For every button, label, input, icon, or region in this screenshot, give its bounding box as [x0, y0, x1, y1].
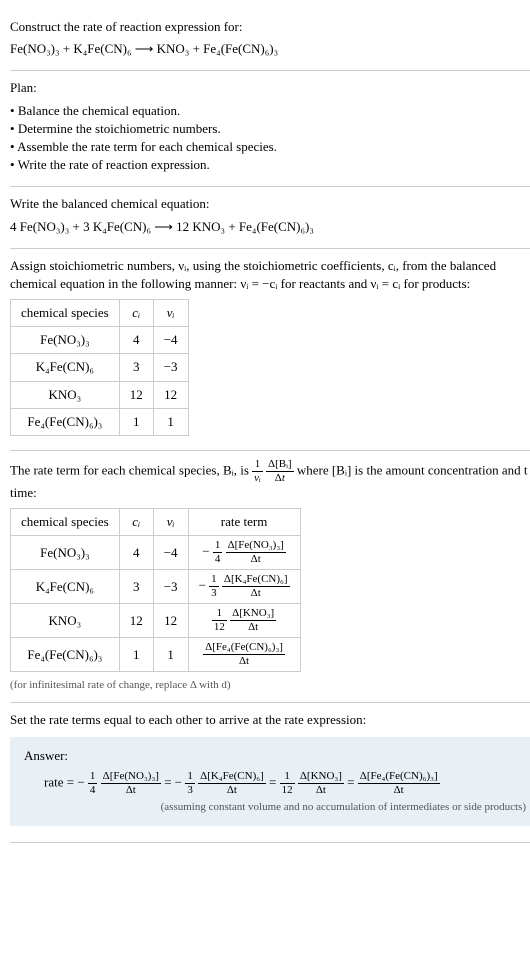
plan-item: Balance the chemical equation. [10, 102, 530, 120]
plan-item: Determine the stoichiometric numbers. [10, 120, 530, 138]
cell-rate: − 13 Δ[K₄Fe(CN)₆]Δt [188, 570, 300, 604]
plan-list: Balance the chemical equation. Determine… [10, 102, 530, 175]
rate-expression: rate = − 14 Δ[Fe(NO₃)₃]Δt = − 13 Δ[K₄Fe(… [24, 771, 526, 796]
rateterm-table: chemical species cᵢ νᵢ rate term Fe(NO₃)… [10, 508, 301, 672]
prompt-equation: Fe(NO₃)₃ + K₄Fe(CN)₆ ⟶ KNO₃ + Fe₄(Fe(CN)… [10, 40, 530, 58]
balanced-equation: 4 Fe(NO₃)₃ + 3 K₄Fe(CN)₆ ⟶ 12 KNO₃ + Fe₄… [10, 218, 530, 236]
balanced-section: Write the balanced chemical equation: 4 … [10, 187, 530, 248]
answer-box: Answer: rate = − 14 Δ[Fe(NO₃)₃]Δt = − 13… [10, 737, 530, 826]
table-row: Fe₄(Fe(CN)₆)₃ 1 1 [11, 408, 189, 435]
rateterm-text: The rate term for each chemical species,… [10, 459, 530, 502]
rateterm-note: (for infinitesimal rate of change, repla… [10, 678, 530, 693]
answer-note: (assuming constant volume and no accumul… [24, 800, 526, 815]
cell-species: Fe(NO₃)₃ [11, 327, 120, 354]
col-header: chemical species [11, 300, 120, 327]
cell-v: −3 [153, 570, 188, 604]
col-header: νᵢ [153, 300, 188, 327]
rateterm-section: The rate term for each chemical species,… [10, 451, 530, 703]
final-section: Set the rate terms equal to each other t… [10, 703, 530, 843]
cell-c: 1 [119, 408, 153, 435]
cell-c: 4 [119, 536, 153, 570]
cell-c: 3 [119, 570, 153, 604]
fraction: 1νᵢ [252, 459, 263, 484]
cell-rate: − 14 Δ[Fe(NO₃)₃]Δt [188, 536, 300, 570]
cell-c: 12 [119, 381, 153, 408]
col-header: cᵢ [119, 509, 153, 536]
table-row: K₄Fe(CN)₆ 3 −3 [11, 354, 189, 381]
plan-item: Assemble the rate term for each chemical… [10, 138, 530, 156]
balanced-title: Write the balanced chemical equation: [10, 195, 530, 213]
cell-species: Fe₄(Fe(CN)₆)₃ [11, 638, 120, 672]
cell-rate: Δ[Fe₄(Fe(CN)₆)₃]Δt [188, 638, 300, 672]
cell-species: KNO₃ [11, 604, 120, 638]
col-header: νᵢ [153, 509, 188, 536]
cell-v: −4 [153, 327, 188, 354]
answer-label: Answer: [24, 747, 526, 765]
cell-c: 12 [119, 604, 153, 638]
cell-v: 12 [153, 604, 188, 638]
cell-c: 1 [119, 638, 153, 672]
cell-v: 12 [153, 381, 188, 408]
cell-species: K₄Fe(CN)₆ [11, 354, 120, 381]
cell-species: KNO₃ [11, 381, 120, 408]
cell-v: −3 [153, 354, 188, 381]
table-header-row: chemical species cᵢ νᵢ rate term [11, 509, 301, 536]
stoich-text: Assign stoichiometric numbers, νᵢ, using… [10, 257, 530, 293]
col-header: rate term [188, 509, 300, 536]
plan-title: Plan: [10, 79, 530, 97]
cell-v: 1 [153, 408, 188, 435]
table-header-row: chemical species cᵢ νᵢ [11, 300, 189, 327]
final-text: Set the rate terms equal to each other t… [10, 711, 530, 729]
cell-species: Fe₄(Fe(CN)₆)₃ [11, 408, 120, 435]
table-row: K₄Fe(CN)₆ 3 −3 − 13 Δ[K₄Fe(CN)₆]Δt [11, 570, 301, 604]
table-row: Fe(NO₃)₃ 4 −4 − 14 Δ[Fe(NO₃)₃]Δt [11, 536, 301, 570]
cell-species: Fe(NO₃)₃ [11, 536, 120, 570]
cell-c: 4 [119, 327, 153, 354]
table-row: KNO₃ 12 12 112 Δ[KNO₃]Δt [11, 604, 301, 638]
table-row: KNO₃ 12 12 [11, 381, 189, 408]
plan-item: Write the rate of reaction expression. [10, 156, 530, 174]
stoich-table: chemical species cᵢ νᵢ Fe(NO₃)₃ 4 −4 K₄F… [10, 299, 189, 436]
cell-species: K₄Fe(CN)₆ [11, 570, 120, 604]
stoich-section: Assign stoichiometric numbers, νᵢ, using… [10, 249, 530, 451]
plan-section: Plan: Balance the chemical equation. Det… [10, 71, 530, 187]
cell-v: −4 [153, 536, 188, 570]
prompt-title: Construct the rate of reaction expressio… [10, 18, 530, 36]
table-row: Fe(NO₃)₃ 4 −4 [11, 327, 189, 354]
fraction: Δ[Bᵢ]Δt [266, 459, 294, 484]
cell-c: 3 [119, 354, 153, 381]
cell-rate: 112 Δ[KNO₃]Δt [188, 604, 300, 638]
table-row: Fe₄(Fe(CN)₆)₃ 1 1 Δ[Fe₄(Fe(CN)₆)₃]Δt [11, 638, 301, 672]
prompt-section: Construct the rate of reaction expressio… [10, 10, 530, 71]
cell-v: 1 [153, 638, 188, 672]
col-header: chemical species [11, 509, 120, 536]
col-header: cᵢ [119, 300, 153, 327]
